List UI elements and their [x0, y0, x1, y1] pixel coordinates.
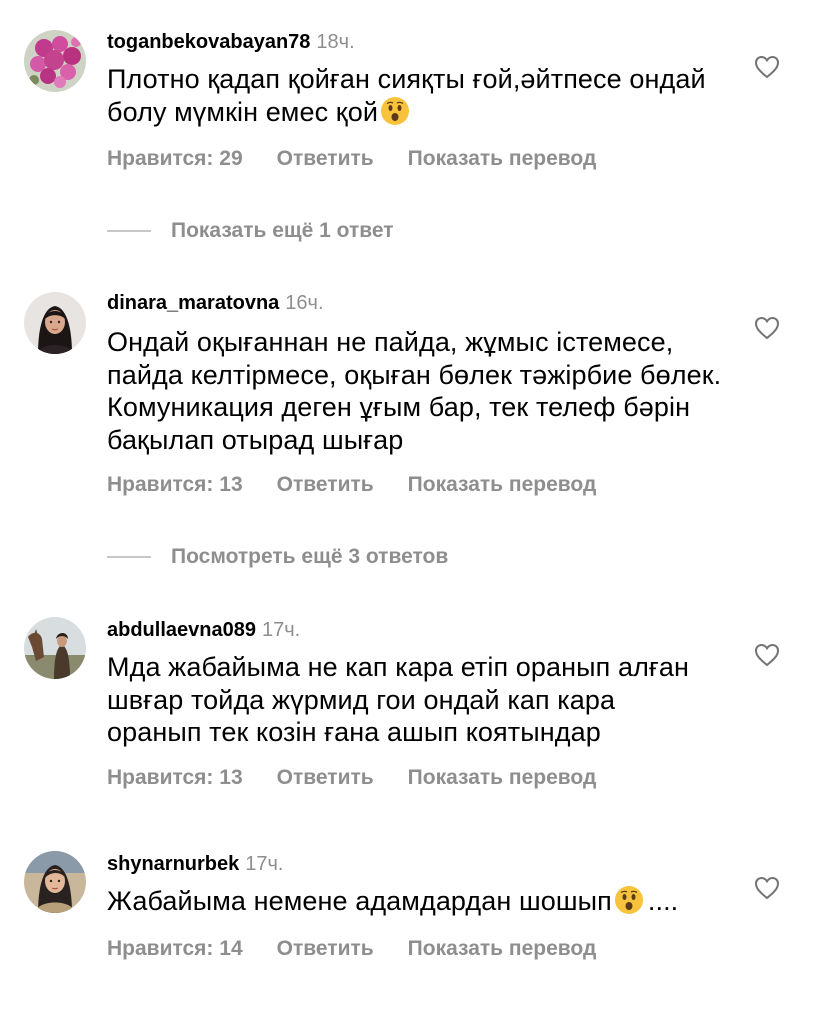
view-more-label: Показать ещё 1 ответ: [171, 219, 394, 242]
like-heart-icon[interactable]: [754, 643, 780, 667]
show-translation-button[interactable]: Показать перевод: [408, 473, 597, 496]
show-translation-button[interactable]: Показать перевод: [408, 937, 597, 960]
reply-button[interactable]: Ответить: [277, 937, 374, 960]
username[interactable]: abdullaevna089: [107, 619, 256, 641]
view-more-replies-button[interactable]: Показать ещё 1 ответ: [107, 218, 394, 244]
astonished-face-emoji-icon: [614, 885, 644, 915]
comment-text: Плотно қадап қойған сияқты ғой,әйтпесе о…: [107, 63, 707, 128]
comment-meta: dinara_maratovna 16ч.: [107, 291, 324, 315]
comment-actions: Нравится: 13 Ответить Показать перевод: [107, 472, 596, 498]
likes-count[interactable]: Нравится: 13: [107, 473, 243, 496]
timestamp: 17ч.: [261, 619, 301, 641]
comment-actions: Нравится: 29 Ответить Показать перевод: [107, 146, 596, 172]
comment-meta: shynarnurbek 17ч.: [107, 852, 284, 876]
comment-actions: Нравится: 14 Ответить Показать перевод: [107, 936, 596, 962]
comment-actions: Нравится: 13 Ответить Показать перевод: [107, 765, 596, 791]
show-translation-button[interactable]: Показать перевод: [408, 147, 597, 170]
avatar-woman-portrait-image: [24, 292, 86, 354]
avatar[interactable]: [24, 292, 86, 354]
likes-count[interactable]: Нравится: 29: [107, 147, 243, 170]
comment-meta: abdullaevna089 17ч.: [107, 618, 300, 642]
username[interactable]: toganbekovabayan78: [107, 31, 310, 53]
show-translation-button[interactable]: Показать перевод: [408, 766, 597, 789]
like-heart-icon[interactable]: [754, 316, 780, 340]
avatar-woman-with-horse-image: [24, 617, 86, 679]
avatar-woman-portrait-image: [24, 851, 86, 913]
comment-body: Ондай оқығаннан не пайда, жұмыс істемесе…: [107, 327, 722, 455]
divider-line: [107, 556, 151, 558]
comment-body-suffix: ....: [647, 886, 679, 916]
timestamp: 18ч.: [316, 31, 355, 53]
reply-button[interactable]: Ответить: [277, 766, 374, 789]
comment-text: Ондай оқығаннан не пайда, жұмыс істемесе…: [107, 326, 722, 456]
astonished-face-emoji-icon: [380, 96, 410, 126]
avatar[interactable]: [24, 617, 86, 679]
comment-meta: toganbekovabayan78 18ч.: [107, 30, 355, 54]
divider-line: [107, 230, 151, 232]
reply-button[interactable]: Ответить: [277, 147, 374, 170]
view-more-label: Посмотреть ещё 3 ответов: [171, 545, 449, 568]
username[interactable]: dinara_maratovna: [107, 292, 279, 314]
timestamp: 16ч.: [285, 292, 324, 314]
avatar[interactable]: [24, 30, 86, 92]
username[interactable]: shynarnurbek: [107, 853, 239, 875]
like-heart-icon[interactable]: [754, 876, 780, 900]
view-more-replies-button[interactable]: Посмотреть ещё 3 ответов: [107, 544, 448, 570]
comment-body: Мда жабайыма не кап кара етіп оранып алғ…: [107, 652, 690, 748]
avatar[interactable]: [24, 851, 86, 913]
comment-body: Жабайыма немене адамдардан шошып: [107, 886, 612, 916]
comment-text: Жабайыма немене адамдардан шошып....: [107, 885, 727, 918]
timestamp: 17ч.: [245, 853, 284, 875]
avatar-flowers-image: [24, 30, 86, 92]
like-heart-icon[interactable]: [754, 55, 780, 79]
likes-count[interactable]: Нравится: 13: [107, 766, 243, 789]
likes-count[interactable]: Нравится: 14: [107, 937, 243, 960]
reply-button[interactable]: Ответить: [277, 473, 374, 496]
comment-text: Мда жабайыма не кап кара етіп оранып алғ…: [107, 651, 717, 749]
